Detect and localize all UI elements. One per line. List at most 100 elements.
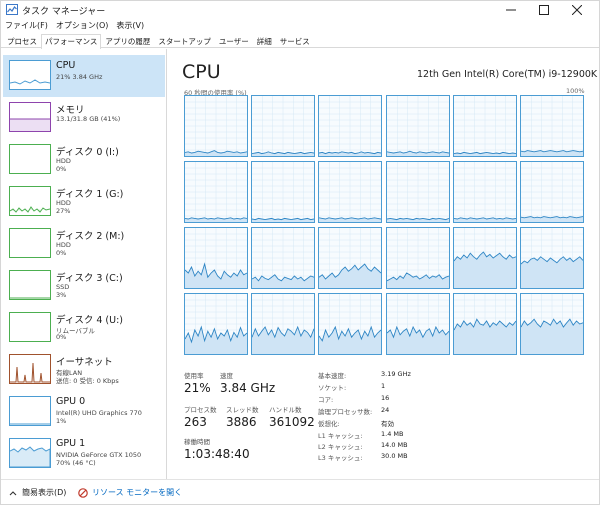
sidebar-item-title: ディスク 4 (U:) — [56, 315, 123, 326]
sidebar-item-usage: 0% — [56, 165, 67, 173]
tab-services[interactable]: サービス — [276, 34, 314, 47]
sidebar-item-usage: 70% (46 °C) — [56, 459, 96, 467]
tab-performance[interactable]: パフォーマンス — [41, 34, 102, 49]
spec-value-l1-cache: 1.4 MB — [381, 430, 404, 438]
memory-graph-icon — [9, 102, 51, 132]
cpu-core-graph — [452, 161, 517, 223]
cpu-core-graph — [184, 95, 248, 157]
gpu-graph-icon — [9, 396, 51, 426]
sidebar-item-ethernet[interactable]: イーサネット 有線LAN 送信: 0 受信: 0 Kbps — [3, 349, 165, 391]
sidebar-item-title: イーサネット — [56, 357, 113, 368]
uptime-label: 稼働時間 — [184, 438, 210, 446]
disk-graph-icon — [9, 312, 51, 342]
cpu-core-graph — [251, 161, 316, 223]
maximize-button[interactable] — [528, 1, 560, 19]
sidebar-item-type: HDD — [56, 199, 71, 207]
cpu-core-graph — [385, 161, 450, 223]
sidebar-item-throughput: 送信: 0 受信: 0 Kbps — [56, 377, 119, 385]
cpu-core-graph — [385, 227, 450, 289]
cpu-core-graph — [184, 161, 248, 223]
performance-sidebar: CPU 21% 3.84 GHz メモリ 13.1/31.8 GB (41%) … — [1, 49, 167, 479]
sidebar-item-title: ディスク 2 (M:) — [56, 231, 125, 242]
close-icon — [572, 5, 582, 15]
close-button[interactable] — [561, 1, 593, 19]
sidebar-item-disk-2[interactable]: ディスク 2 (M:) HDD 0% — [3, 223, 165, 265]
usage-value: 21% — [184, 381, 211, 395]
sidebar-item-disk-3[interactable]: ディスク 3 (C:) SSD 3% — [3, 265, 165, 307]
network-graph-icon — [9, 354, 51, 384]
menu-view[interactable]: 表示(V) — [112, 19, 148, 33]
sidebar-item-title: ディスク 3 (C:) — [56, 273, 123, 284]
cpu-core-graph — [452, 95, 517, 157]
tab-processes[interactable]: プロセス — [3, 34, 41, 47]
sidebar-item-title: ディスク 1 (G:) — [56, 189, 124, 200]
sidebar-item-title: GPU 1 — [56, 438, 86, 449]
page-title: CPU — [182, 61, 221, 83]
sidebar-item-usage: 3% — [56, 291, 67, 299]
cpu-model-name: 12th Gen Intel(R) Core(TM) i9-12900K — [417, 69, 598, 80]
open-resource-monitor-link[interactable]: リソース モニターを開く — [78, 487, 182, 498]
spec-label-virtualization: 仮想化: — [318, 420, 340, 428]
sidebar-item-model: NVIDIA GeForce GTX 1050 — [56, 451, 142, 459]
footer-bar: 簡易表示(D) リソース モニターを開く — [1, 479, 599, 505]
sidebar-item-type: SSD — [56, 283, 70, 291]
spec-label-l2-cache: L2 キャッシュ: — [318, 443, 363, 451]
sidebar-item-disk-0[interactable]: ディスク 0 (I:) HDD 0% — [3, 139, 165, 181]
maximize-icon — [539, 5, 549, 15]
logical-processor-graphs[interactable] — [184, 95, 584, 357]
spec-label-l1-cache: L1 キャッシュ: — [318, 432, 363, 440]
uptime-value: 1:03:48:40 — [184, 447, 250, 461]
minimize-button[interactable] — [495, 1, 527, 19]
sidebar-item-gpu-1[interactable]: GPU 1 NVIDIA GeForce GTX 1050 70% (46 °C… — [3, 433, 165, 475]
cpu-graph-icon — [9, 60, 51, 90]
tab-bar: プロセス パフォーマンス アプリの履歴 スタートアップ ユーザー 詳細 サービス — [1, 34, 599, 49]
cpu-core-graph — [184, 293, 248, 355]
tab-users[interactable]: ユーザー — [215, 34, 253, 47]
cpu-core-graph — [520, 161, 584, 223]
threads-value: 3886 — [226, 415, 257, 429]
speed-value: 3.84 GHz — [220, 381, 276, 395]
cpu-core-graph — [385, 95, 450, 157]
tab-startup[interactable]: スタートアップ — [154, 34, 215, 47]
sidebar-item-gpu-0[interactable]: GPU 0 Intel(R) UHD Graphics 770 1% — [3, 391, 165, 433]
menu-file[interactable]: ファイル(F) — [1, 19, 52, 33]
task-manager-icon — [6, 4, 18, 15]
chevron-up-icon — [9, 490, 17, 495]
graph-max-label: 100% — [566, 87, 585, 95]
cpu-core-graph — [318, 293, 383, 355]
spec-value-base-speed: 3.19 GHz — [381, 370, 411, 378]
sidebar-item-cpu[interactable]: CPU 21% 3.84 GHz — [3, 55, 165, 97]
fewer-details-button[interactable]: 簡易表示(D) — [9, 487, 66, 498]
usage-label: 使用率 — [184, 372, 204, 380]
sidebar-item-usage: 27% — [56, 207, 71, 215]
title-bar[interactable]: タスク マネージャー — [1, 1, 599, 19]
fewer-details-label: 簡易表示(D) — [22, 488, 67, 497]
spec-value-cores: 16 — [381, 394, 390, 402]
sidebar-item-model: Intel(R) UHD Graphics 770 — [56, 409, 142, 417]
spec-label-sockets: ソケット: — [318, 384, 347, 392]
sidebar-item-detail: 13.1/31.8 GB (41%) — [56, 115, 121, 123]
gpu-graph-icon — [9, 438, 51, 468]
cpu-core-graph — [251, 227, 316, 289]
cpu-core-graph — [251, 95, 316, 157]
sidebar-item-disk-1[interactable]: ディスク 1 (G:) HDD 27% — [3, 181, 165, 223]
spec-label-l3-cache: L3 キャッシュ: — [318, 454, 363, 462]
tab-app-history[interactable]: アプリの履歴 — [101, 34, 154, 47]
sidebar-item-usage: 0% — [56, 249, 67, 257]
tab-details[interactable]: 詳細 — [253, 34, 276, 47]
speed-label: 速度 — [220, 372, 233, 380]
sidebar-item-usage: 1% — [56, 417, 67, 425]
spec-label-cores: コア: — [318, 396, 334, 404]
sidebar-item-memory[interactable]: メモリ 13.1/31.8 GB (41%) — [3, 97, 165, 139]
sidebar-item-type: HDD — [56, 157, 71, 165]
spec-value-sockets: 1 — [381, 382, 386, 390]
minimize-icon — [506, 9, 516, 11]
sidebar-item-detail: 21% 3.84 GHz — [56, 73, 103, 81]
cpu-core-graph — [452, 293, 517, 355]
sidebar-item-disk-4[interactable]: ディスク 4 (U:) リムーバブル 0% — [3, 307, 165, 349]
core-usage-area — [453, 319, 516, 354]
cpu-core-graph — [520, 227, 584, 289]
handles-value: 361092 — [269, 415, 315, 429]
cpu-core-graph — [520, 293, 584, 355]
menu-options[interactable]: オプション(O) — [52, 19, 113, 33]
